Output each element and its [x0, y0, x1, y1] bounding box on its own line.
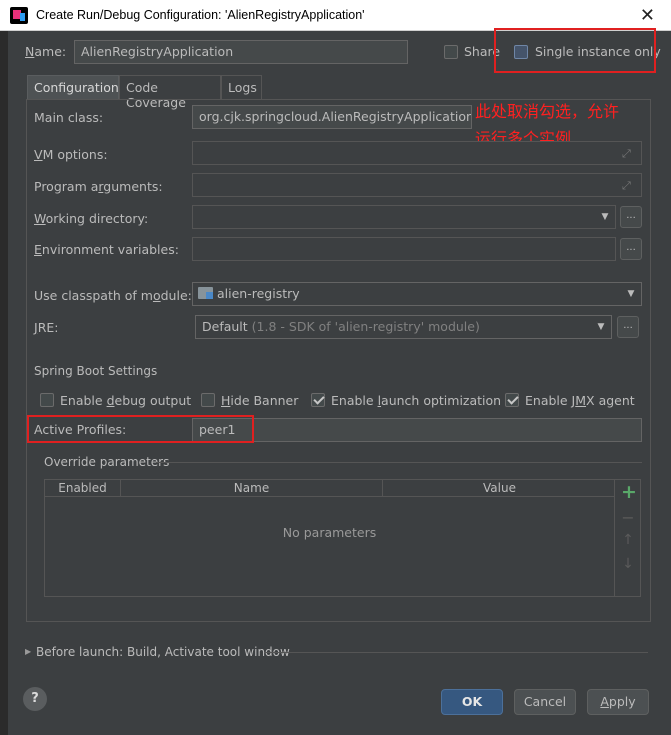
name-label: Name:: [25, 44, 67, 59]
override-parameters-title: Override parameters: [44, 455, 170, 469]
share-checkbox[interactable]: [444, 45, 458, 59]
apply-button[interactable]: Apply: [587, 689, 649, 715]
empty-table-message: No parameters: [282, 525, 377, 540]
debug-output-label: Enable debug output: [60, 393, 192, 408]
table-header: Enabled Name Value: [45, 480, 614, 497]
help-icon[interactable]: ?: [23, 687, 47, 711]
program-arguments-label: Program arguments:: [34, 179, 163, 194]
jre-select[interactable]: Default (1.8 - SDK of 'alien-registry' m…: [195, 315, 612, 339]
vm-options-input[interactable]: [192, 141, 642, 165]
expand-icon[interactable]: ⤢: [622, 147, 631, 161]
before-launch-label[interactable]: Before launch: Build, Activate tool wind…: [36, 645, 290, 659]
chevron-down-icon[interactable]: ▼: [621, 283, 641, 305]
window-titlebar: Create Run/Debug Configuration: 'AlienRe…: [0, 0, 671, 31]
chevron-down-icon[interactable]: ▼: [595, 206, 615, 228]
debug-output-checkbox[interactable]: [40, 393, 54, 407]
chevron-down-icon[interactable]: ▼: [591, 316, 611, 338]
column-enabled[interactable]: Enabled: [45, 480, 121, 497]
launch-optimization-label: Enable launch optimization: [331, 393, 502, 408]
classpath-module-value: alien-registry: [217, 286, 300, 301]
hide-banner-label: Hide Banner: [221, 393, 299, 408]
jre-value-detail: (1.8 - SDK of 'alien-registry' module): [251, 319, 480, 334]
move-down-icon[interactable]: ↓: [621, 556, 635, 572]
browse-working-directory-button[interactable]: ...: [620, 206, 642, 228]
expand-icon[interactable]: ⤢: [622, 179, 631, 193]
before-launch-separator: [264, 652, 648, 653]
jre-label: JRE:: [34, 320, 59, 335]
column-value[interactable]: Value: [383, 480, 616, 497]
environment-variables-label: Environment variables:: [34, 242, 179, 257]
move-up-icon[interactable]: ↑: [621, 532, 635, 548]
edit-environment-variables-button[interactable]: ...: [620, 238, 642, 260]
main-class-input[interactable]: org.cjk.springcloud.AlienRegistryApplica…: [192, 105, 472, 129]
remove-icon[interactable]: −: [621, 508, 635, 527]
classpath-module-select[interactable]: alien-registry ▼: [192, 282, 642, 306]
intellij-app-icon: [10, 7, 28, 24]
column-name[interactable]: Name: [121, 480, 383, 497]
module-badge-icon: [206, 292, 213, 299]
cancel-button[interactable]: Cancel: [514, 689, 576, 715]
vm-options-label: VM options:: [34, 147, 108, 162]
table-toolbar: + − ↑ ↓: [615, 479, 641, 597]
override-separator: [156, 462, 642, 463]
jmx-agent-checkbox[interactable]: [505, 393, 519, 407]
close-icon[interactable]: ✕: [640, 5, 655, 26]
add-icon[interactable]: +: [621, 481, 637, 503]
hide-banner-checkbox[interactable]: [201, 393, 215, 407]
jmx-agent-label: Enable JMX agent: [525, 393, 635, 408]
launch-optimization-checkbox[interactable]: [311, 393, 325, 407]
active-profiles-input[interactable]: peer1: [192, 418, 642, 442]
expand-arrow-icon[interactable]: ▶: [25, 647, 31, 656]
tab-configuration[interactable]: Configuration: [27, 75, 119, 100]
environment-variables-input[interactable]: [192, 237, 616, 261]
spring-boot-section-title: Spring Boot Settings: [34, 364, 158, 378]
working-directory-label: Working directory:: [34, 211, 149, 226]
background-editor-strip: [0, 31, 8, 735]
annotation-box-single-instance: [494, 28, 656, 73]
browse-jre-button[interactable]: ...: [617, 316, 639, 338]
jre-value-main: Default: [202, 319, 248, 334]
annotation-box-active-profiles: [27, 415, 254, 443]
window-title: Create Run/Debug Configuration: 'AlienRe…: [36, 8, 365, 22]
working-directory-input[interactable]: ▼: [192, 205, 616, 229]
annotation-text-line1: 此处取消勾选，允许: [475, 102, 620, 121]
program-arguments-input[interactable]: [192, 173, 642, 197]
classpath-module-label: Use classpath of module:: [34, 288, 192, 303]
ok-button[interactable]: OK: [441, 689, 503, 715]
override-parameters-table[interactable]: Enabled Name Value No parameters: [44, 479, 615, 597]
main-class-label: Main class:: [34, 110, 104, 125]
tab-code-coverage[interactable]: Code Coverage: [119, 75, 221, 110]
tab-logs[interactable]: Logs: [221, 75, 262, 100]
name-input[interactable]: AlienRegistryApplication: [74, 40, 408, 64]
